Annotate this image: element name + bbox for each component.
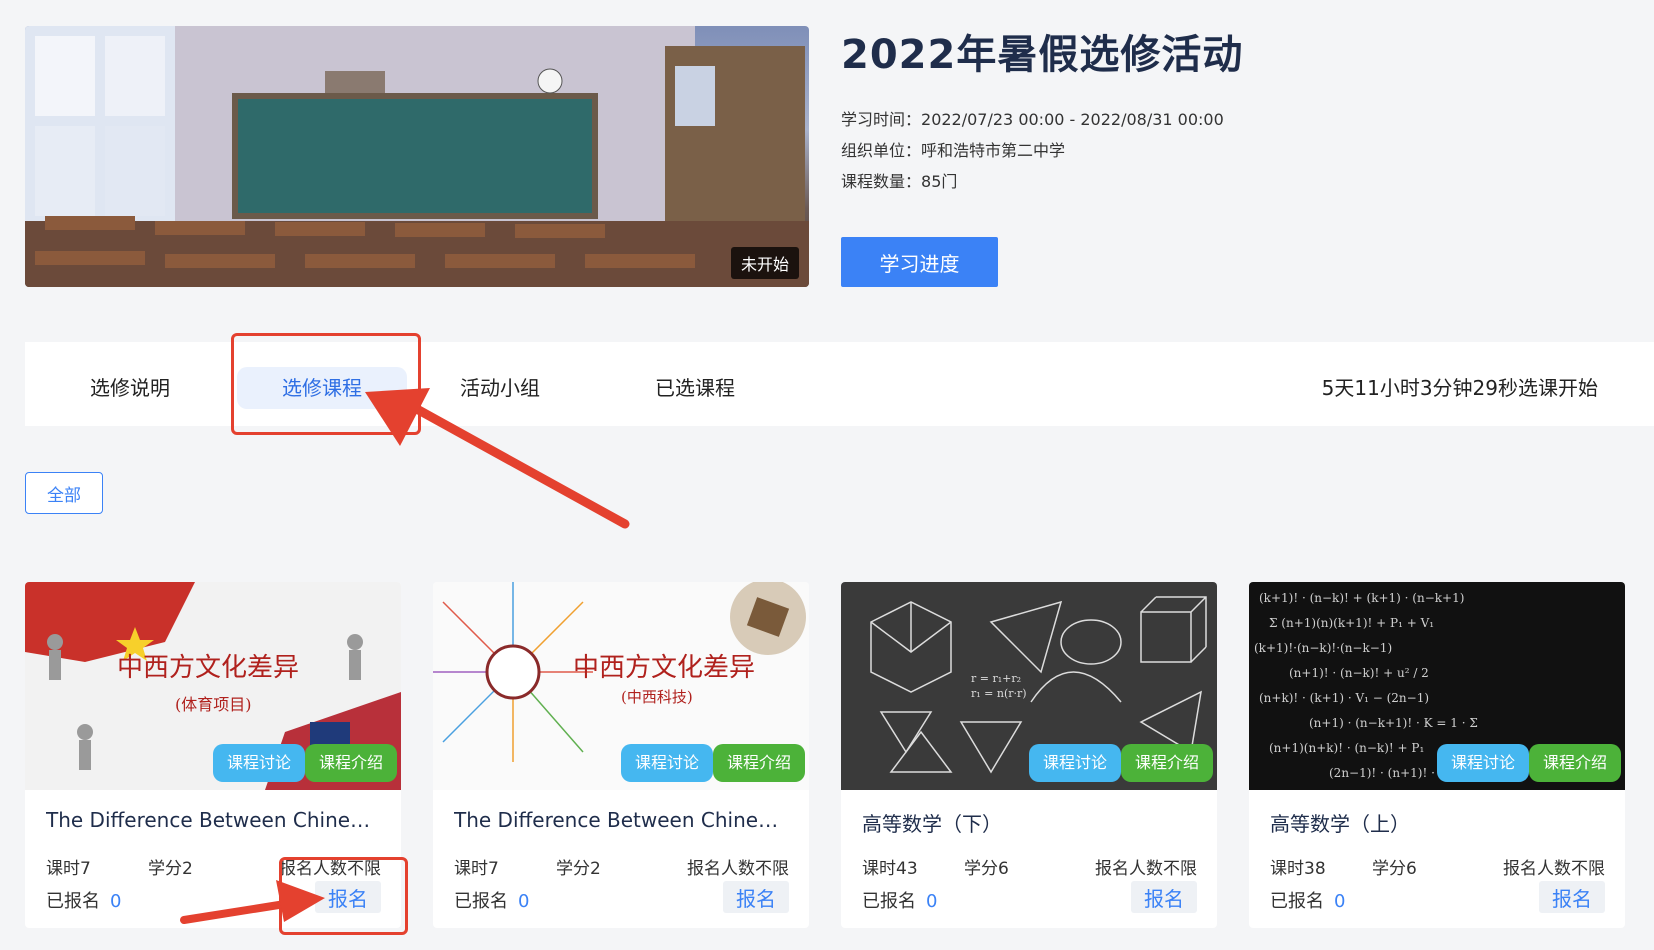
course-selection-countdown: 5天11小时3分钟29秒选课开始 [1321,376,1598,400]
annotation-highlight-signup [279,857,408,935]
course-card[interactable]: 中西方文化差异 (中西科技) 课程讨论 课程介绍 The Difference … [433,582,809,928]
svg-text:r₁ = n(r·r): r₁ = n(r·r) [971,687,1027,700]
enrollment-limit: 报名人数不限 [1503,859,1605,879]
svg-text:(k+1)! · (n−k)! + (k+1) · (n: (k+1)! · (n−k)! + (k+1) · (n−k+1) [1259,591,1464,605]
course-intro-button[interactable]: 课程介绍 [1120,744,1213,782]
activity-banner-image: 未开始 [25,26,809,287]
course-count-label: 课程数量： [841,172,922,191]
enrolled-label: 已报名 [1270,891,1324,912]
svg-text:(2n−1)! · (n+1)! · V: (2n−1)! · (n+1)! · V [1329,766,1448,780]
course-hours: 课时7 [454,859,499,879]
course-hours: 课时43 [862,859,918,879]
enrolled-count-row: 已报名 0 [862,887,937,913]
enrollment-limit: 报名人数不限 [687,859,789,879]
course-discussion-button[interactable]: 课程讨论 [620,744,713,782]
course-credits: 学分2 [556,859,601,879]
signup-button[interactable]: 报名 [723,881,789,913]
annotation-highlight-tab [231,333,421,435]
course-intro-button[interactable]: 课程介绍 [712,744,805,782]
svg-text:(k+1)!·(n−k)!·(n−k−1): (k+1)!·(n−k)!·(n−k−1) [1254,641,1392,655]
svg-text:(n+1)! · (n−k)! + u² / 2: (n+1)! · (n−k)! + u² / 2 [1289,666,1429,680]
svg-text:Σ (n+1)(n)(k+1)! + P₁ + V₁: Σ (n+1)(n)(k+1)! + P₁ + V₁ [1269,616,1434,630]
enrollment-limit: 报名人数不限 [1095,859,1197,879]
study-time-value: 2022/07/23 00:00 - 2022/08/31 00:00 [921,110,1224,129]
course-thumbnail[interactable]: 中西方文化差异 (中西科技) 课程讨论 课程介绍 [433,582,809,790]
signup-button[interactable]: 报名 [1539,881,1605,913]
course-credits: 学分6 [1372,859,1417,879]
tab-activity-groups[interactable]: 活动小组 [445,367,555,409]
study-progress-button[interactable]: 学习进度 [841,237,998,287]
tab-selected-courses[interactable]: 已选课程 [640,367,750,409]
course-title[interactable]: 高等数学（下） [862,808,1192,837]
course-hours: 课时7 [46,859,91,879]
course-title[interactable]: The Difference Between Chines… [454,808,784,832]
thumb-subtitle: (体育项目) [175,695,252,714]
enrolled-label: 已报名 [454,891,508,912]
study-time-row: 学习时间：2022/07/23 00:00 - 2022/08/31 00:00 [841,106,1224,130]
organizer-value: 呼和浩特市第二中学 [921,141,1066,160]
enrolled-count: 0 [1334,891,1346,912]
course-discussion-button[interactable]: 课程讨论 [1028,744,1121,782]
course-title[interactable]: 高等数学（上） [1270,808,1600,837]
course-credits: 学分6 [964,859,1009,879]
enrolled-count-row: 已报名 0 [454,887,529,913]
course-hours: 课时38 [1270,859,1326,879]
filter-all-button[interactable]: 全部 [25,472,103,514]
course-credits: 学分2 [148,859,193,879]
enrolled-count: 0 [110,891,122,912]
course-thumbnail[interactable]: 中西方文化差异 (体育项目) 课程讨论 课程介绍 [25,582,401,790]
organizer-label: 组织单位： [841,141,922,160]
course-thumbnail[interactable]: r = r₁+r₂ r₁ = n(r·r) 课程讨论 课程介绍 [841,582,1217,790]
activity-status-badge: 未开始 [730,247,799,279]
course-title[interactable]: The Difference Between Chines… [46,808,376,832]
svg-text:(n+1) · (n−k+1)! · K = 1 · Σ: (n+1) · (n−k+1)! · K = 1 · Σ [1309,716,1478,730]
tab-elective-info[interactable]: 选修说明 [75,367,185,409]
organizer-row: 组织单位：呼和浩特市第二中学 [841,137,1065,161]
activity-title: 2022年暑假选修活动 [841,32,1244,78]
enrolled-label: 已报名 [46,891,100,912]
enrolled-count: 0 [518,891,530,912]
course-thumbnail[interactable]: (k+1)! · (n−k)! + (k+1) · (n−k+1) Σ (n+1… [1249,582,1625,790]
thumb-subtitle: (中西科技) [621,688,693,706]
enrolled-count: 0 [926,891,938,912]
course-card[interactable]: (k+1)! · (n−k)! + (k+1) · (n−k+1) Σ (n+1… [1249,582,1625,928]
thumb-title: 中西方文化差异 [573,653,755,683]
signup-button[interactable]: 报名 [1131,881,1197,913]
study-time-label: 学习时间： [841,110,922,129]
svg-text:(n+1)(n+k)! · (n−k)! + P₁: (n+1)(n+k)! · (n−k)! + P₁ [1269,741,1424,755]
enrolled-count-row: 已报名 0 [1270,887,1345,913]
course-intro-button[interactable]: 课程介绍 [1528,744,1621,782]
thumb-title: 中西方文化差异 [117,653,299,683]
course-count-row: 课程数量：85门 [841,168,957,192]
svg-text:r = r₁+r₂: r = r₁+r₂ [971,672,1021,685]
enrolled-count-row: 已报名 0 [46,887,121,913]
enrolled-label: 已报名 [862,891,916,912]
course-discussion-button[interactable]: 课程讨论 [1436,744,1529,782]
svg-text:(n+k)! · (k+1) · V₁ − (2n−1): (n+k)! · (k+1) · V₁ − (2n−1) [1259,691,1429,705]
course-discussion-button[interactable]: 课程讨论 [212,744,305,782]
course-count-value: 85门 [921,172,958,191]
course-intro-button[interactable]: 课程介绍 [304,744,397,782]
course-card[interactable]: r = r₁+r₂ r₁ = n(r·r) 课程讨论 课程介绍 高等数学（下） … [841,582,1217,928]
